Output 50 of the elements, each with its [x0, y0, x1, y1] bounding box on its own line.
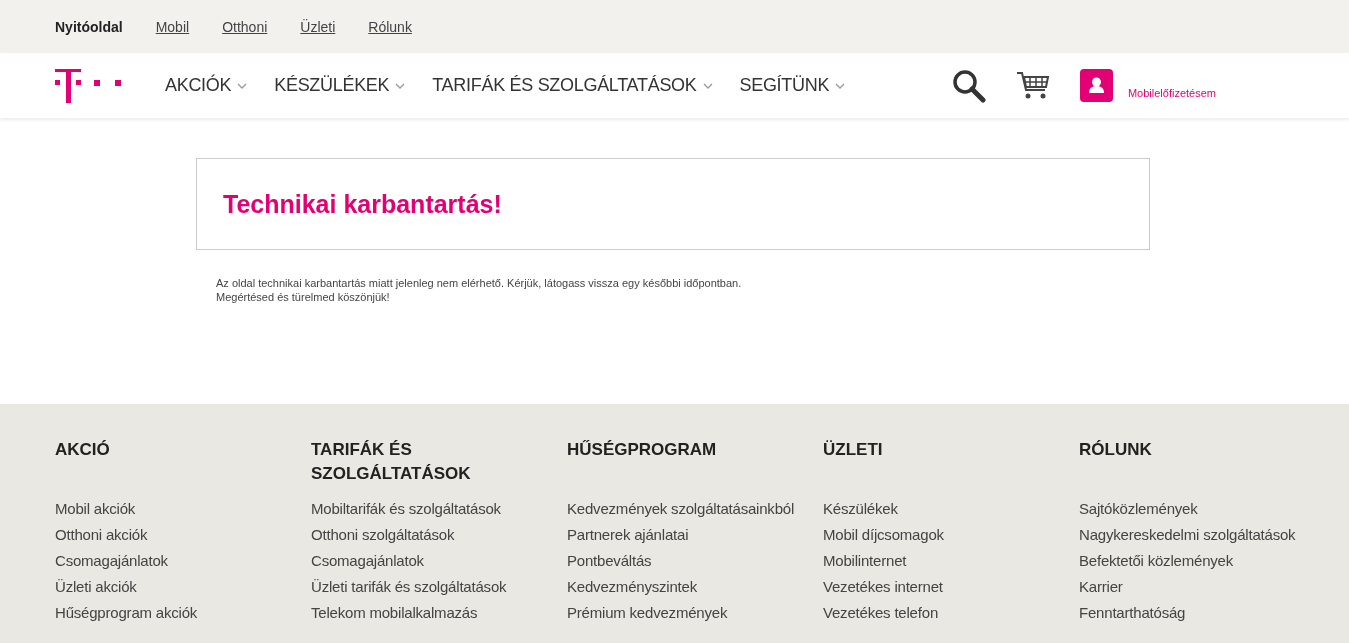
footer-link[interactable]: Mobil akciók — [55, 496, 311, 522]
footer-link[interactable]: Mobil díjcsomagok — [823, 522, 1079, 548]
account-link[interactable]: Mobilelőfizetésem — [1127, 87, 1216, 99]
footer-link[interactable]: Csomagajánlatok — [55, 548, 311, 574]
chevron-down-icon — [237, 82, 248, 89]
main-nav-item[interactable]: AKCIÓK — [165, 75, 248, 96]
top-nav-link[interactable]: Otthoni — [222, 18, 268, 35]
footer-link[interactable]: Üzleti tarifák és szolgáltatások — [311, 574, 567, 600]
notice-text: Megértésed és türelmed köszönjük! — [216, 290, 391, 304]
footer-link[interactable]: Készülékek — [823, 496, 1079, 522]
notice-title: Technikai karbantartás! — [223, 189, 502, 219]
footer-heading: HŰSÉGPROGRAM — [567, 439, 718, 461]
top-nav-link[interactable]: Üzleti — [300, 18, 336, 35]
main-nav-item[interactable]: TARIFÁK ÉS SZOLGÁLTATÁSOK — [432, 75, 713, 96]
chevron-down-icon — [702, 82, 713, 89]
footer-link[interactable]: Mobilinternet — [823, 548, 1079, 574]
main-nav-item[interactable]: KÉSZÜLÉKEK — [274, 75, 406, 96]
footer-link[interactable]: Partnerek ajánlatai — [567, 522, 823, 548]
cart-icon[interactable] — [1015, 70, 1050, 101]
footer-link[interactable]: Otthoni szolgáltatások — [311, 522, 567, 548]
footer-link[interactable]: Vezetékes internet — [823, 574, 1079, 600]
top-nav-link[interactable]: Mobil — [155, 18, 190, 35]
top-nav-link[interactable]: Rólunk — [368, 18, 412, 35]
top-nav-link[interactable]: Nyitóoldal — [55, 18, 123, 35]
footer-link[interactable]: Fenntarthatóság — [1079, 600, 1335, 626]
footer-heading: AKCIÓ — [55, 439, 111, 461]
footer-link[interactable]: Üzleti akciók — [55, 574, 311, 600]
footer-heading: ÜZLETI — [823, 439, 884, 461]
footer-link[interactable]: Hűségprogram akciók — [55, 600, 311, 626]
user-icon[interactable] — [1079, 69, 1113, 102]
footer-link[interactable]: Telekom mobilalkalmazás — [311, 600, 567, 626]
footer-heading: RÓLUNK — [1079, 439, 1153, 461]
footer-link[interactable]: Vezetékes telefon — [823, 600, 1079, 626]
notice-text: Az oldal technikai karbantartás miatt jelenleg nem elérhető. Kérjük, látogass vissza egy későbbi időpontban. — [216, 276, 743, 290]
footer-link[interactable]: Kedvezményszintek — [567, 574, 823, 600]
chevron-down-icon — [395, 82, 406, 89]
footer-link[interactable]: Pontbeváltás — [567, 548, 823, 574]
footer-link[interactable]: Karrier — [1079, 574, 1335, 600]
main-nav-item[interactable]: SEGÍTÜNK — [739, 75, 846, 96]
footer-link[interactable]: Kedvezmények szolgáltatásainkból — [567, 496, 823, 522]
footer-link[interactable]: Prémium kedvezmények — [567, 600, 823, 626]
chevron-down-icon — [835, 82, 846, 89]
footer-link[interactable]: Sajtóközlemények — [1079, 496, 1335, 522]
footer-link[interactable]: Otthoni akciók — [55, 522, 311, 548]
search-icon[interactable] — [951, 68, 986, 103]
footer-link[interactable]: Csomagajánlatok — [311, 548, 567, 574]
footer-link[interactable]: Befektetői közlemények — [1079, 548, 1335, 574]
footer-link[interactable]: Mobiltarifák és szolgáltatások — [311, 496, 567, 522]
footer-heading: TARIFÁK ÉS SZOLGÁLTATÁSOK — [311, 439, 472, 485]
footer-link[interactable]: Nagykereskedelmi szolgáltatások — [1079, 522, 1335, 548]
